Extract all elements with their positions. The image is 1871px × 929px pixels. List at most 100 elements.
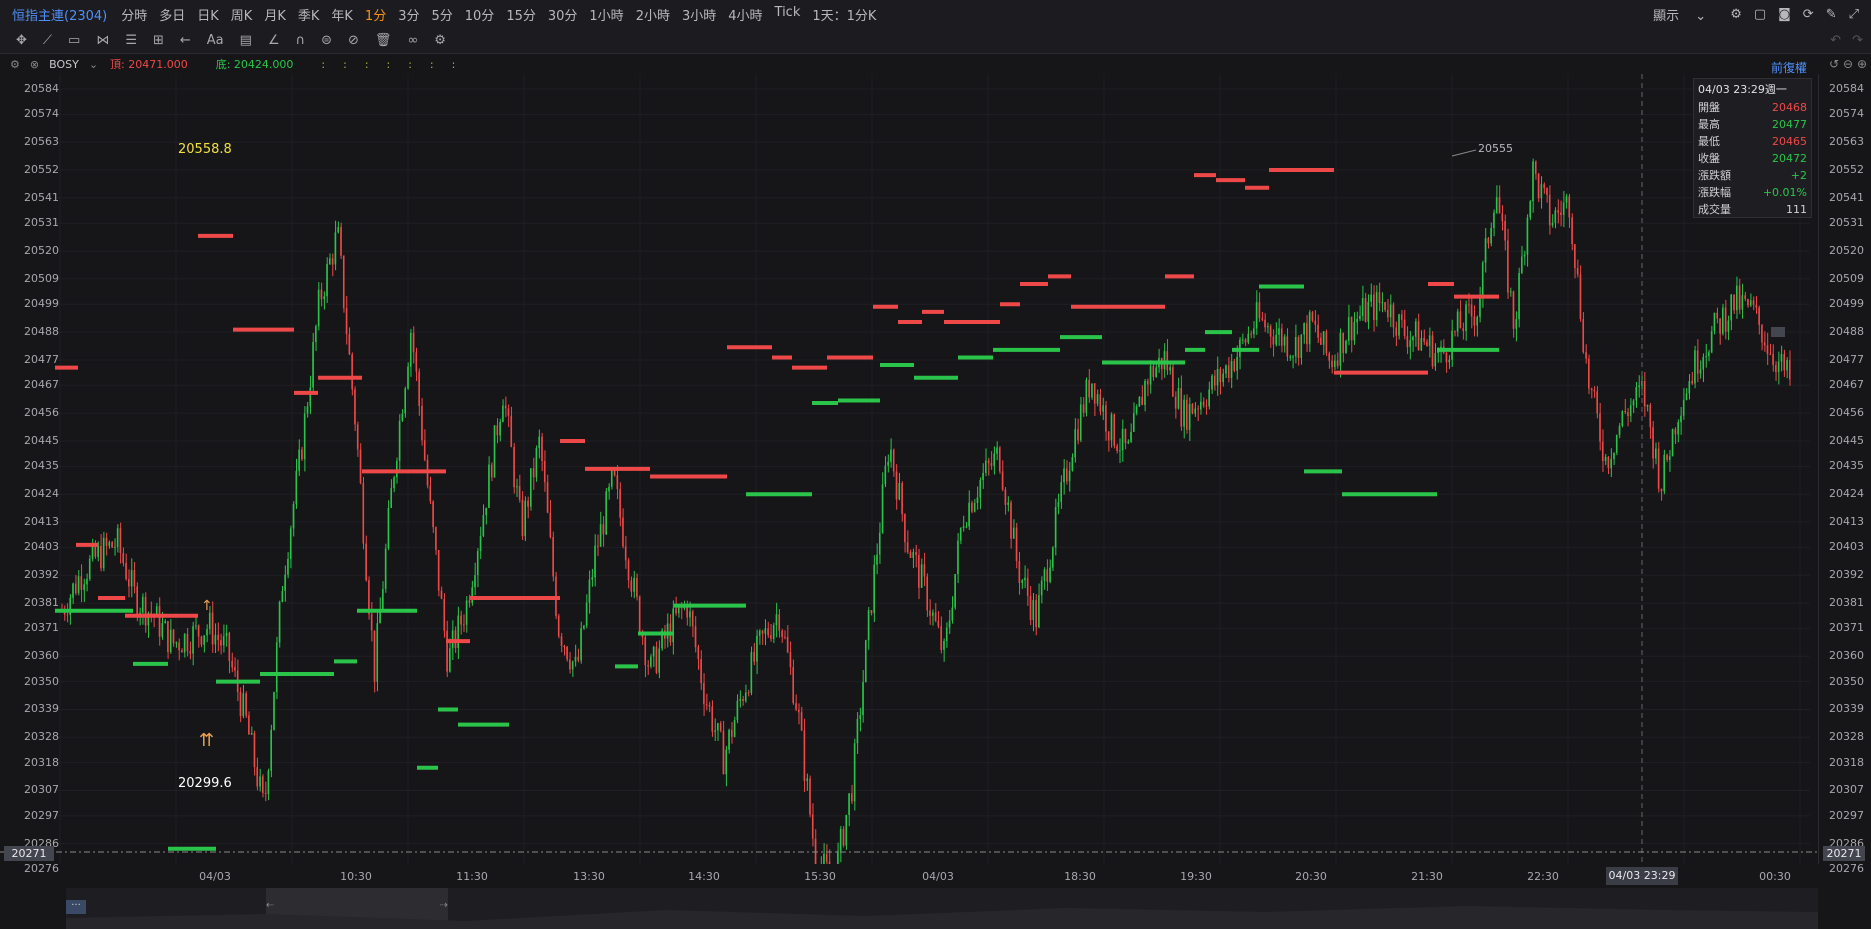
timeframe-1[interactable]: 多日 bbox=[159, 5, 185, 24]
candle-body bbox=[588, 579, 591, 603]
candle-body bbox=[457, 615, 460, 649]
candle-body bbox=[666, 623, 669, 639]
candle-body bbox=[1615, 434, 1618, 453]
y-tick-left: 20456 bbox=[24, 406, 59, 420]
candle-body bbox=[373, 630, 376, 682]
timeframe-0[interactable]: 分時 bbox=[121, 5, 147, 24]
candle-body bbox=[772, 625, 775, 639]
fullscreen-icon[interactable]: ⤢ bbox=[1849, 7, 1859, 22]
candle-body bbox=[66, 614, 69, 616]
timeframe-13[interactable]: 1小時 bbox=[589, 5, 623, 24]
indicator-name[interactable]: BOSY bbox=[49, 58, 79, 71]
close-icon[interactable]: ⊗ bbox=[30, 58, 39, 71]
crosshair-icon[interactable]: ✥ bbox=[16, 33, 27, 48]
camera-icon[interactable]: ◙ bbox=[1778, 7, 1791, 22]
candle-body bbox=[197, 625, 200, 637]
candle-body bbox=[898, 483, 901, 500]
candle-body bbox=[72, 583, 74, 598]
ruler-icon[interactable]: ∠ bbox=[268, 33, 280, 48]
time-axis[interactable]: 04/03 10:30 11:30 13:30 14:30 15:30 04/03 18:30… bbox=[0, 864, 1818, 888]
y-tick-right: 20276 bbox=[1829, 862, 1864, 875]
fib-icon[interactable]: ☰ bbox=[125, 33, 137, 48]
chevron-down-icon[interactable]: ⌄ bbox=[89, 58, 98, 71]
candle-body bbox=[887, 461, 889, 466]
gear-icon[interactable]: ⚙ bbox=[434, 33, 446, 48]
candle-body bbox=[1685, 393, 1688, 401]
text-icon[interactable]: Aa bbox=[207, 33, 224, 48]
timeframe-4[interactable]: 月K bbox=[264, 5, 286, 24]
range-navigator[interactable]: ··· ⇠ ⇢ bbox=[66, 888, 1818, 929]
pencil-icon[interactable]: ✎ bbox=[1826, 7, 1837, 22]
lock-icon[interactable]: ⊜ bbox=[321, 33, 332, 48]
timeframe-7[interactable]: 1分 bbox=[365, 5, 386, 24]
right-price-axis[interactable]: 20584 20574 20563 20552 20541 20531 20520 20509… bbox=[1818, 74, 1871, 875]
topbar-right: 顯示 ⌄ ⚙ ▢ ◙ ⟳ ✎ ⤢ bbox=[1653, 0, 1871, 28]
candle-body bbox=[1518, 273, 1520, 320]
timeframe-15[interactable]: 3小時 bbox=[682, 5, 716, 24]
redo-icon[interactable]: ↷ bbox=[1852, 33, 1863, 48]
refresh-icon[interactable]: ⟳ bbox=[1803, 7, 1814, 22]
timeframe-16[interactable]: 4小時 bbox=[728, 5, 762, 24]
candle-body bbox=[1400, 314, 1403, 320]
arrow-icon[interactable]: ← bbox=[180, 33, 191, 48]
candle-body bbox=[133, 570, 136, 587]
timeframe-9[interactable]: 5分 bbox=[431, 5, 452, 24]
candle-body bbox=[504, 405, 507, 409]
minimize-icon[interactable]: ⊖ bbox=[1843, 57, 1853, 71]
pattern-icon[interactable]: ⋈ bbox=[96, 33, 109, 48]
candle-body bbox=[736, 700, 739, 721]
candle-body bbox=[1180, 387, 1183, 427]
candle-body bbox=[1202, 401, 1205, 406]
timeframe-18[interactable]: 1天：1分K bbox=[812, 5, 876, 24]
timeframe-10[interactable]: 10分 bbox=[465, 5, 495, 24]
candle-body bbox=[331, 258, 334, 265]
layout-icon[interactable]: ▢ bbox=[1754, 7, 1766, 22]
timeframe-5[interactable]: 季K bbox=[298, 5, 320, 24]
timeframe-12[interactable]: 30分 bbox=[548, 5, 578, 24]
comment-icon[interactable]: ▤ bbox=[240, 33, 252, 48]
candle-body bbox=[261, 776, 264, 794]
timeframe-3[interactable]: 周K bbox=[231, 5, 253, 24]
candle-body bbox=[569, 659, 571, 670]
candle-body bbox=[1590, 388, 1593, 390]
timeframe-8[interactable]: 3分 bbox=[398, 5, 419, 24]
candle-body bbox=[1618, 425, 1621, 435]
candle-body bbox=[714, 730, 716, 732]
candle-body bbox=[742, 698, 744, 701]
symbol-selector[interactable]: 恒指主連(2304) bbox=[12, 5, 107, 24]
x-tick: 04/03 bbox=[922, 870, 954, 883]
shape-icon[interactable]: ▭ bbox=[68, 33, 80, 48]
candle-body bbox=[1454, 330, 1456, 332]
y-tick-right: 20328 bbox=[1829, 730, 1864, 744]
price-chart[interactable] bbox=[0, 74, 1818, 864]
candle-body bbox=[111, 542, 113, 548]
candle-body bbox=[1060, 482, 1062, 502]
timeframe-17[interactable]: Tick bbox=[775, 5, 801, 24]
candle-body bbox=[362, 483, 365, 544]
hide-icon[interactable]: ⊘ bbox=[348, 33, 359, 48]
trendline-icon[interactable]: ⟋ bbox=[43, 33, 52, 48]
trash-icon[interactable]: 🗑 bbox=[375, 33, 392, 48]
timeframe-14[interactable]: 2小時 bbox=[636, 5, 670, 24]
candle-body bbox=[181, 650, 183, 653]
undo-icon[interactable]: ↶ bbox=[1830, 33, 1841, 48]
display-menu[interactable]: 顯示 ⌄ bbox=[1653, 5, 1718, 24]
settings-icon[interactable]: ⚙ bbox=[10, 58, 20, 71]
add-icon[interactable]: ⊕ bbox=[1857, 57, 1867, 71]
y-tick-left: 20381 bbox=[24, 596, 59, 610]
timeframe-6[interactable]: 年K bbox=[331, 5, 353, 24]
candle-body bbox=[856, 718, 859, 744]
candle-body bbox=[1459, 311, 1462, 329]
magnet-icon[interactable]: ∩ bbox=[296, 33, 306, 48]
candle-body bbox=[214, 634, 217, 645]
measure-icon[interactable]: ⊞ bbox=[153, 33, 164, 48]
link-icon[interactable]: ∞ bbox=[407, 33, 418, 48]
y-tick-left: 20307 bbox=[24, 783, 59, 797]
timeframe-2[interactable]: 日K bbox=[197, 5, 219, 24]
undo-icon[interactable]: ↺ bbox=[1829, 57, 1839, 71]
settings-icon[interactable]: ⚙ bbox=[1730, 7, 1742, 22]
y-tick-right: 20307 bbox=[1829, 783, 1864, 797]
candle-body bbox=[1512, 291, 1515, 329]
candle-body bbox=[1233, 360, 1236, 371]
timeframe-11[interactable]: 15分 bbox=[506, 5, 536, 24]
